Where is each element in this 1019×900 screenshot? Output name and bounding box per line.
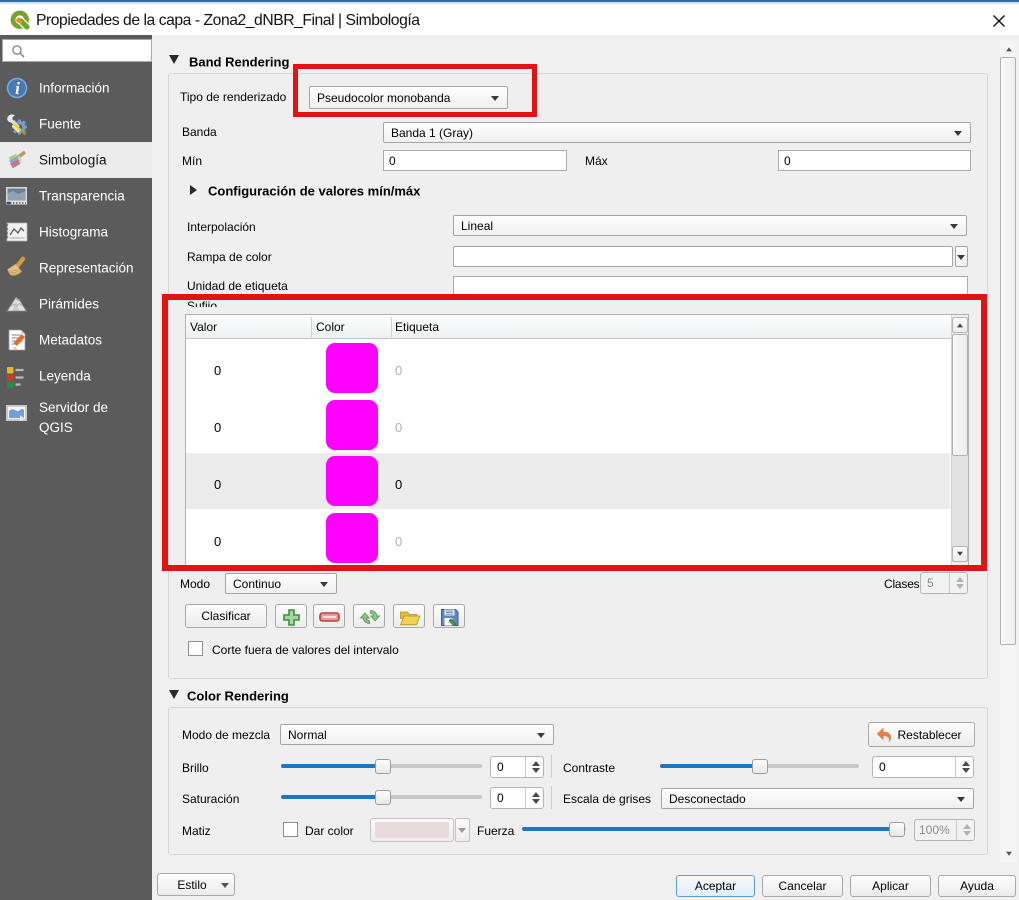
svg-text:i: i bbox=[15, 79, 20, 98]
